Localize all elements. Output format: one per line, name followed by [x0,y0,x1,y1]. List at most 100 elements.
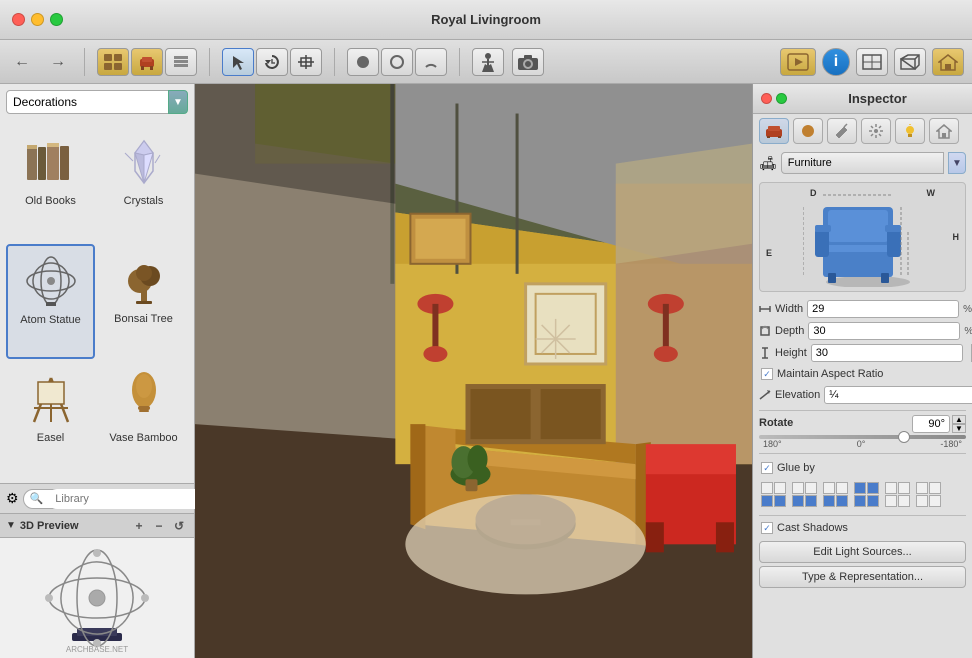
glue-cube-4[interactable] [854,482,879,507]
item-crystals[interactable]: Crystals [99,126,188,240]
item-label-crystals: Crystals [124,195,164,207]
edit-light-sources-button[interactable]: Edit Light Sources... [759,541,966,563]
inspector-panel: Inspector 🛋 [752,84,972,658]
width-row: Width % ▲ ▼ [759,298,966,320]
mark-180: 180° [763,439,782,449]
depth-row: Depth % ▲ ▼ [759,320,966,342]
height-input[interactable] [811,344,963,362]
category-dropdown-row: Decorations ▼ [6,90,188,114]
height-row: Height ▲ ▼ [759,342,966,364]
category-dropdown-arrow[interactable]: ▼ [168,90,188,114]
type-representation-button[interactable]: Type & Representation... [759,566,966,588]
rotate-increment[interactable]: ▲ [952,415,966,424]
tab-material[interactable] [793,118,823,144]
camera-tool[interactable] [512,48,544,76]
glue-by-checkbox[interactable] [761,462,773,474]
dim-w-label: W [927,188,936,198]
zoom-out-btn[interactable]: − [150,517,168,535]
furniture-type-arrow[interactable]: ▼ [948,152,966,174]
rotate-value-input[interactable] [912,415,950,433]
glue-cube-6[interactable] [916,482,941,507]
tab-home[interactable] [929,118,959,144]
width-input[interactable] [807,300,959,318]
inspector-expand[interactable] [776,93,787,104]
right-toolbar: i [780,48,964,76]
minimize-button[interactable] [31,13,44,26]
maintain-aspect-checkbox[interactable] [761,368,773,380]
rotate-slider-row [759,435,966,439]
list-view-btn[interactable] [165,48,197,76]
glue-cube-5[interactable] [885,482,910,507]
tab-fx[interactable] [861,118,891,144]
cast-shadows-row: Cast Shadows [753,518,972,538]
room-svg [195,84,752,658]
depth-input[interactable] [808,322,960,340]
rotate-slider[interactable] [759,435,966,439]
inspector-close[interactable] [761,93,772,104]
slider-thumb [898,431,910,443]
select-tool[interactable] [222,48,254,76]
forward-button[interactable]: → [44,48,72,76]
person-tool[interactable] [472,48,504,76]
inspector-title: Inspector [848,91,907,106]
reset-view-btn[interactable]: ↺ [170,517,188,535]
preview-label: 3D Preview [20,520,79,532]
render-btn[interactable] [780,48,816,76]
main-toolbar: ← → [0,40,972,84]
rotate-marks: 180° 0° -180° [759,439,966,449]
rotate-decrement[interactable]: ▼ [952,424,966,433]
title-bar: Royal Livingroom [0,0,972,40]
rotate-section: Rotate ▲ ▼ 180° 0° [753,413,972,451]
width-icon [759,302,771,316]
close-button[interactable] [12,13,25,26]
back-button[interactable]: ← [8,48,36,76]
info-btn[interactable]: i [822,48,850,76]
item-old-books[interactable]: Old Books [6,126,95,240]
tab-edit[interactable] [827,118,857,144]
item-bonsai-tree[interactable]: Bonsai Tree [99,244,188,360]
maximize-button[interactable] [50,13,63,26]
tab-light[interactable] [895,118,925,144]
maintain-aspect-row: Maintain Aspect Ratio [759,364,966,384]
ring-tool[interactable] [381,48,413,76]
view-icon-btn[interactable] [97,48,129,76]
item-atom-statue[interactable]: Atom Statue [6,244,95,360]
depth-unit: % [964,326,972,337]
item-icon-vase-bamboo [113,368,175,430]
search-input[interactable] [47,489,205,509]
move-tool[interactable] [290,48,322,76]
maintain-aspect-label: Maintain Aspect Ratio [777,368,883,380]
zoom-in-btn[interactable]: + [130,517,148,535]
3d-view-btn[interactable] [894,48,926,76]
cast-shadows-checkbox[interactable] [761,522,773,534]
furniture-type-select[interactable]: Furniture [781,152,944,174]
dimension-labels: D W H E [760,183,965,291]
home-view-btn[interactable] [932,48,964,76]
chair-view-btn[interactable] [131,48,163,76]
glue-cube-3[interactable] [823,482,848,507]
dim-e-label: E [766,248,772,258]
floorplan-btn[interactable] [856,48,888,76]
item-label-old-books: Old Books [25,195,76,207]
left-panel: Decorations ▼ Old Books [0,84,195,658]
circle-tool[interactable] [347,48,379,76]
glue-cube-2[interactable] [792,482,817,507]
preview-header: ▼ 3D Preview + − ↺ [0,514,194,538]
inspector-window-controls [761,93,787,104]
arc-tool[interactable] [415,48,447,76]
separator-1 [84,48,85,76]
item-vase-bamboo[interactable]: Vase Bamboo [99,363,188,477]
preview-controls: + − ↺ [130,517,188,535]
elevation-input[interactable] [824,386,972,404]
glue-cube-1[interactable] [761,482,786,507]
elevation-label: Elevation [775,389,820,401]
category-select[interactable]: Decorations [6,90,172,114]
rotate-tool[interactable] [256,48,288,76]
tab-furniture[interactable] [759,118,789,144]
settings-gear-button[interactable]: ⚙ [6,488,19,510]
properties-section: Width % ▲ ▼ Depth % [753,296,972,408]
item-easel[interactable]: Easel [6,363,95,477]
inspector-header: Inspector [753,84,972,114]
divider-3 [759,515,966,516]
preview-triangle-icon: ▼ [6,520,16,531]
